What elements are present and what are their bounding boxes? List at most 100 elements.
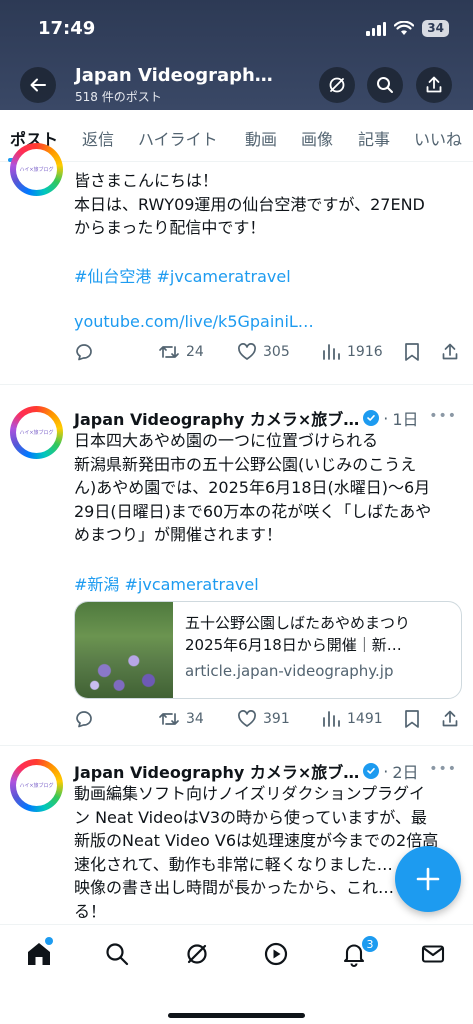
more-options-icon[interactable]: ••• xyxy=(429,408,457,424)
tweet-link[interactable]: youtube.com/live/k5GpainiL… xyxy=(74,312,314,331)
like-button[interactable]: 391 xyxy=(237,709,290,729)
like-button[interactable]: 305 xyxy=(237,342,290,362)
tweet-text-line: 動画編集ソフト向けノイズリダクションプラグイ xyxy=(74,784,426,803)
link-card[interactable]: 五十公野公園しばたあやめまつり 2025年6月18日から開催｜新… articl… xyxy=(74,601,462,699)
tweet-text-line: 新版のNeat Video V6は処理速度が今までの2倍高 xyxy=(74,831,439,850)
bottom-nav: 3 xyxy=(0,924,473,1024)
tweet-author-line: Japan Videography カメラ×旅ブ… · 1日 xyxy=(74,406,419,430)
tweet-text-line: 29日(日曜日)まで60万本の花が咲く「しばたあや xyxy=(74,501,432,521)
card-domain: article.japan-videography.jp xyxy=(185,662,394,680)
tweet-1[interactable]: ハイ×旅ブログ 皆さまこんにちは！ 本日は、RWY09運用の仙台空港ですが、27… xyxy=(0,143,473,385)
share-button[interactable] xyxy=(416,67,452,103)
author-name[interactable]: Japan Videography カメラ×旅ブ… xyxy=(74,406,359,430)
tweet-text-line: ン Neat VideoはV3の時から使っていますが、最 xyxy=(74,807,427,827)
avatar[interactable]: ハイ×旅ブログ xyxy=(10,406,63,459)
tweet-text-line: からまったり配信中です！ xyxy=(74,218,266,237)
tweet-text: 日本四大あやめ園の一つに位置づけられる 新潟県新発田市の五十公野公園(いじみのこ… xyxy=(74,429,464,547)
tab-images[interactable]: 画像 xyxy=(301,126,333,150)
bookmark-icon xyxy=(405,710,419,728)
bookmark-button[interactable] xyxy=(403,342,421,362)
avatar-label: ハイ×旅ブログ xyxy=(16,412,57,453)
views-icon xyxy=(323,711,340,727)
retweet-count: 24 xyxy=(186,344,204,360)
post-count: 518 件のポスト xyxy=(75,90,162,104)
home-unread-dot xyxy=(45,937,53,945)
wifi-icon xyxy=(394,21,415,35)
retweet-icon xyxy=(159,346,179,358)
search-icon xyxy=(377,77,393,93)
reply-button[interactable] xyxy=(74,709,94,729)
card-thumbnail xyxy=(75,602,173,698)
retweet-button[interactable]: 34 xyxy=(158,709,204,729)
tweet-author-line: Japan Videography カメラ×旅ブ… · 2日 xyxy=(74,759,419,783)
nav-search[interactable] xyxy=(102,939,132,969)
reply-icon xyxy=(76,344,92,361)
tab-articles[interactable]: 記事 xyxy=(358,126,390,150)
views-icon xyxy=(323,344,340,360)
tab-highlights[interactable]: ハイライト xyxy=(138,126,218,150)
views-button[interactable]: 1916 xyxy=(321,342,383,362)
tweet-hashtags[interactable]: #新潟 #jvcameratravel xyxy=(74,571,259,595)
reply-button[interactable] xyxy=(74,342,94,362)
bookmark-icon xyxy=(405,343,419,361)
tweet-actions: 24 305 1916 xyxy=(74,342,464,364)
retweet-button[interactable]: 24 xyxy=(158,342,204,362)
tweet-text: 皆さまこんにちは！ 本日は、RWY09運用の仙台空港ですが、27END からまっ… xyxy=(74,169,464,240)
more-options-icon[interactable]: ••• xyxy=(429,761,457,777)
tweet-time[interactable]: 2日 xyxy=(392,759,418,783)
view-count: 1916 xyxy=(347,344,383,360)
retweet-count: 34 xyxy=(186,711,204,727)
tab-replies[interactable]: 返信 xyxy=(82,126,114,150)
back-button[interactable] xyxy=(20,67,56,103)
tweet-text-line: 本日は、RWY09運用の仙台空港ですが、27END xyxy=(74,194,425,214)
retweet-icon xyxy=(159,713,179,725)
card-title-line: 2025年6月18日から開催｜新… xyxy=(185,636,402,654)
status-time: 17:49 xyxy=(38,18,96,39)
back-arrow-icon xyxy=(30,78,46,92)
share-tweet-button[interactable] xyxy=(440,709,460,729)
like-count: 305 xyxy=(263,344,290,360)
status-bar: 17:49 34 xyxy=(0,0,473,54)
search-icon xyxy=(106,943,129,966)
share-tweet-button[interactable] xyxy=(440,342,460,362)
card-title: 五十公野公園しばたあやめまつり 2025年6月18日から開催｜新… xyxy=(185,612,457,656)
author-name[interactable]: Japan Videography カメラ×旅ブ… xyxy=(74,759,359,783)
home-indicator xyxy=(168,1013,305,1018)
avatar-label: ハイ×旅ブログ xyxy=(16,149,57,190)
tweet-text-line: 皆さまこんにちは！ xyxy=(74,171,219,190)
avatar[interactable]: ハイ×旅ブログ xyxy=(10,143,63,196)
tweet-hashtags[interactable]: #仙台空港 #jvcameratravel xyxy=(74,263,291,287)
tweet-actions: 34 391 1491 xyxy=(74,709,464,731)
tweet-text-line: ん)あやめ園では、2025年6月18日(水曜日)〜6月 xyxy=(74,478,431,497)
header-title-row: Japan Videograph… 518 件のポスト xyxy=(0,60,473,110)
plus-icon xyxy=(416,867,440,891)
tweet-2[interactable]: ハイ×旅ブログ Japan Videography カメラ×旅ブ… · 1日 •… xyxy=(0,386,473,746)
card-title-line: 五十公野公園しばたあやめまつり xyxy=(185,614,411,632)
reply-icon xyxy=(76,711,92,728)
profile-header: 17:49 34 Japan Videograph… 518 件のポスト xyxy=(0,0,473,110)
notification-badge: 3 xyxy=(361,935,379,953)
verified-badge-icon xyxy=(363,410,380,426)
profile-tabs: ポスト 返信 ハイライト 動画 画像 記事 いいね xyxy=(0,110,473,162)
avatar[interactable]: ハイ×旅ブログ xyxy=(10,759,63,812)
cellular-signal-icon xyxy=(366,21,387,36)
grok-button[interactable] xyxy=(319,67,355,103)
like-count: 391 xyxy=(263,711,290,727)
nav-messages[interactable] xyxy=(418,939,448,969)
nav-video[interactable] xyxy=(261,939,291,969)
tab-videos[interactable]: 動画 xyxy=(245,126,277,150)
tweet-time[interactable]: 1日 xyxy=(392,406,418,430)
views-button[interactable]: 1491 xyxy=(321,709,383,729)
search-button[interactable] xyxy=(367,67,403,103)
separator: · xyxy=(383,761,389,781)
tweet-text-line: 日本四大あやめ園の一つに位置づけられる xyxy=(74,431,379,450)
nav-grok[interactable] xyxy=(182,939,212,969)
share-icon xyxy=(426,76,442,93)
grok-icon xyxy=(329,77,345,93)
compose-button[interactable] xyxy=(395,846,461,912)
tab-likes[interactable]: いいね xyxy=(414,126,462,150)
bookmark-button[interactable] xyxy=(403,709,421,729)
grok-icon xyxy=(187,944,207,964)
heart-icon xyxy=(238,343,256,360)
separator: · xyxy=(383,408,389,428)
